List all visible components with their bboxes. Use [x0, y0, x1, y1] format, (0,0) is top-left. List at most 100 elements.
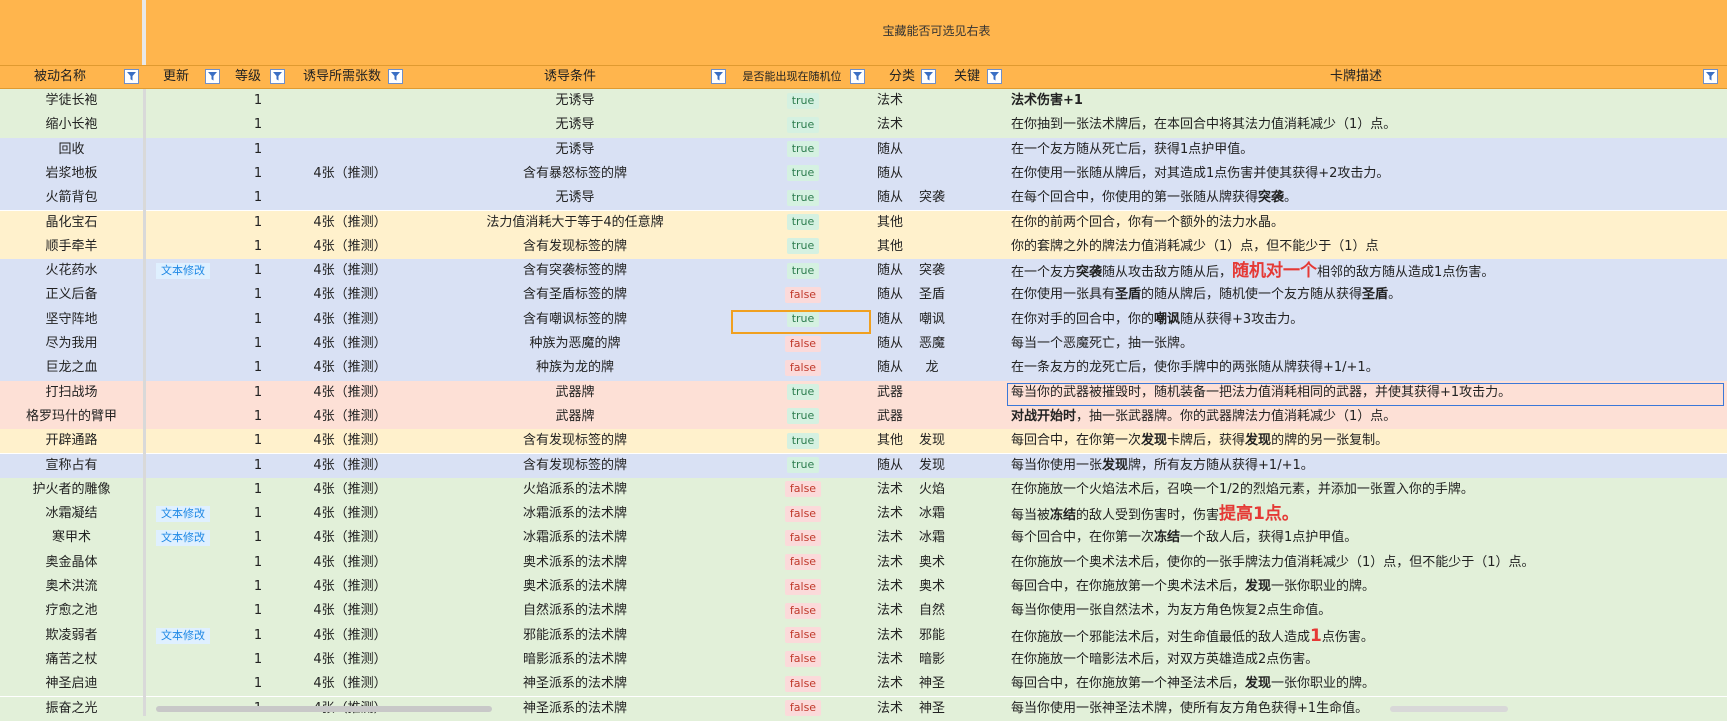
cell-description[interactable]: 在一条友方的龙死亡后，使你手牌中的两张随从牌获得+1/+1。: [1011, 356, 1727, 380]
cell-level[interactable]: 1: [226, 211, 290, 235]
cell-category[interactable]: 法术: [866, 551, 914, 575]
table-row[interactable]: 奥术洪流 1 4张（推测） 奥术派系的法术牌 false 法术 奥术 每回合中，在你施放第一个…: [0, 575, 1727, 600]
cell-count[interactable]: 4张（推测）: [290, 599, 410, 623]
cell-description[interactable]: 在你施放一个奥术法术后，使你的一张手牌法力值消耗减少（1）点，但不能少于（1）点…: [1011, 551, 1727, 575]
cell-category[interactable]: 法术: [866, 672, 914, 696]
cell-random[interactable]: true: [740, 405, 866, 429]
cell-description[interactable]: 在每个回合中，你使用的第一张随从牌获得突袭。: [1011, 186, 1727, 210]
table-row[interactable]: 尽为我用 1 4张（推测） 种族为恶魔的牌 false 随从 恶魔 每当一个恶魔死亡，抽一张牌…: [0, 332, 1727, 357]
cell-category[interactable]: 随从: [866, 138, 914, 162]
selected-cell-random[interactable]: [731, 310, 871, 334]
cell-count[interactable]: 4张（推测）: [290, 381, 410, 405]
cell-description[interactable]: 在你的前两个回合，你有一个额外的法力水晶。: [1011, 211, 1727, 235]
cell-category[interactable]: 随从: [866, 259, 914, 283]
cell-random[interactable]: false: [740, 356, 866, 380]
cell-name[interactable]: 宣称占有: [0, 454, 143, 478]
cell-random[interactable]: false: [740, 697, 866, 721]
cell-category[interactable]: 其他: [866, 235, 914, 259]
cell-keyword[interactable]: 突袭: [914, 259, 950, 283]
cell-update[interactable]: [146, 235, 226, 259]
cell-level[interactable]: 1: [226, 429, 290, 453]
cell-category[interactable]: 法术: [866, 502, 914, 526]
cell-description[interactable]: 在你施放一个暗影法术后，对双方英雄造成2点伤害。: [1011, 648, 1727, 672]
cell-random[interactable]: false: [740, 283, 866, 307]
cell-name[interactable]: 格罗玛什的臂甲: [0, 405, 143, 429]
filter-description-icon[interactable]: [1703, 69, 1718, 84]
cell-name[interactable]: 痛苦之杖: [0, 648, 143, 672]
table-row[interactable]: 学徒长袍 1 无诱导 true 法术 法术伤害+1: [0, 89, 1727, 114]
cell-condition[interactable]: 武器牌: [410, 381, 740, 405]
cell-name[interactable]: 寒甲术: [0, 526, 143, 550]
cell-random[interactable]: false: [740, 526, 866, 550]
cell-update[interactable]: 文本修改: [146, 526, 226, 550]
cell-count[interactable]: [290, 186, 410, 210]
cell-update[interactable]: [146, 283, 226, 307]
cell-name[interactable]: 坚守阵地: [0, 308, 143, 332]
cell-description[interactable]: 在一个友方随从死亡后，获得1点护甲值。: [1011, 138, 1727, 162]
cell-update[interactable]: [146, 648, 226, 672]
cell-category[interactable]: 法术: [866, 648, 914, 672]
filter-level-icon[interactable]: [270, 69, 285, 84]
cell-description[interactable]: 在你对手的回合中，你的嘲讽随从获得+3攻击力。: [1011, 308, 1727, 332]
cell-name[interactable]: 打扫战场: [0, 381, 143, 405]
cell-name[interactable]: 奥金晶体: [0, 551, 143, 575]
cell-keyword[interactable]: 自然: [914, 599, 950, 623]
cell-keyword[interactable]: 邪能: [914, 624, 950, 648]
cell-random[interactable]: false: [740, 332, 866, 356]
cell-name[interactable]: 冰霜凝结: [0, 502, 143, 526]
cell-update[interactable]: [146, 356, 226, 380]
cell-keyword[interactable]: [914, 211, 950, 235]
cell-condition[interactable]: 冰霜派系的法术牌: [410, 502, 740, 526]
cell-level[interactable]: 1: [226, 478, 290, 502]
cell-keyword[interactable]: 发现: [914, 454, 950, 478]
cell-category[interactable]: 随从: [866, 283, 914, 307]
cell-condition[interactable]: 无诱导: [410, 138, 740, 162]
cell-description[interactable]: 每当一个恶魔死亡，抽一张牌。: [1011, 332, 1727, 356]
cell-category[interactable]: 随从: [866, 454, 914, 478]
cell-category[interactable]: 武器: [866, 405, 914, 429]
cell-count[interactable]: 4张（推测）: [290, 648, 410, 672]
cell-level[interactable]: 1: [226, 332, 290, 356]
cell-level[interactable]: 1: [226, 259, 290, 283]
cell-count[interactable]: [290, 138, 410, 162]
cell-condition[interactable]: 含有圣盾标签的牌: [410, 283, 740, 307]
cell-name[interactable]: 学徒长袍: [0, 89, 143, 113]
cell-description[interactable]: 在你使用一张具有圣盾的随从牌后，随机使一个友方随从获得圣盾。: [1011, 283, 1727, 307]
cell-category[interactable]: 武器: [866, 381, 914, 405]
cell-keyword[interactable]: [914, 113, 950, 137]
cell-condition[interactable]: 含有发现标签的牌: [410, 429, 740, 453]
cell-random[interactable]: true: [740, 429, 866, 453]
filter-update-icon[interactable]: [205, 69, 220, 84]
cell-keyword[interactable]: [914, 138, 950, 162]
cell-count[interactable]: 4张（推测）: [290, 356, 410, 380]
cell-random[interactable]: true: [740, 211, 866, 235]
cell-category[interactable]: 法术: [866, 113, 914, 137]
table-row[interactable]: 格罗玛什的臂甲 1 4张（推测） 武器牌 true 武器 对战开始时，抽一张武器牌。你的武器…: [0, 404, 1727, 430]
table-row[interactable]: 护火者的雕像 1 4张（推测） 火焰派系的法术牌 false 法术 火焰 在你施放一个火焰法术…: [0, 477, 1727, 503]
cell-random[interactable]: true: [740, 162, 866, 186]
cell-update[interactable]: [146, 332, 226, 356]
cell-update[interactable]: [146, 138, 226, 162]
cell-description[interactable]: 每当你使用一张发现牌，所有友方随从获得+1/+1。: [1011, 454, 1727, 478]
cell-keyword[interactable]: 冰霜: [914, 526, 950, 550]
horizontal-scrollbar-right[interactable]: [1390, 706, 1508, 712]
cell-condition[interactable]: 种族为龙的牌: [410, 356, 740, 380]
cell-category[interactable]: 随从: [866, 162, 914, 186]
cell-keyword[interactable]: [914, 162, 950, 186]
cell-category[interactable]: 法术: [866, 599, 914, 623]
cell-name[interactable]: 疗愈之池: [0, 599, 143, 623]
cell-random[interactable]: true: [740, 259, 866, 283]
cell-condition[interactable]: 火焰派系的法术牌: [410, 478, 740, 502]
table-row[interactable]: 开辟通路 1 4张（推测） 含有发现标签的牌 true 其他 发现 每回合中，在你第一次发现卡…: [0, 429, 1727, 454]
cell-level[interactable]: 1: [226, 308, 290, 332]
filter-keyword-icon[interactable]: [987, 69, 1002, 84]
cell-update[interactable]: [146, 381, 226, 405]
cell-name[interactable]: 火箭背包: [0, 186, 143, 210]
cell-condition[interactable]: 无诱导: [410, 113, 740, 137]
cell-level[interactable]: 1: [226, 186, 290, 210]
cell-level[interactable]: 1: [226, 138, 290, 162]
cell-count[interactable]: 4张（推测）: [290, 308, 410, 332]
cell-random[interactable]: false: [740, 672, 866, 696]
cell-name[interactable]: 正义后备: [0, 283, 143, 307]
cell-level[interactable]: 1: [226, 502, 290, 526]
